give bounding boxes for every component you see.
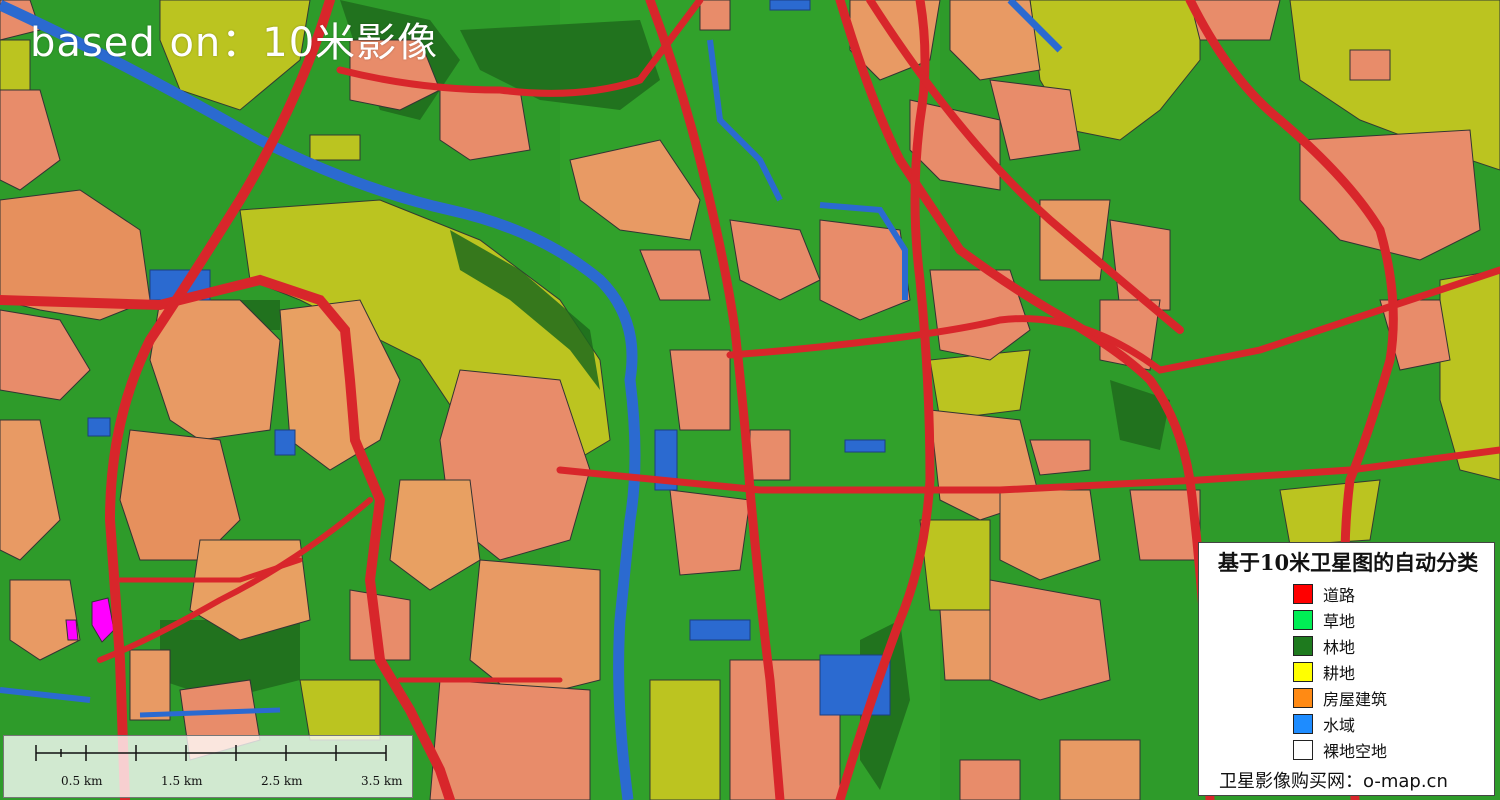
legend-swatch (1293, 714, 1313, 734)
legend-swatch (1293, 584, 1313, 604)
scale-label: 3.5 km (361, 774, 403, 788)
legend-label: 草地 (1323, 612, 1356, 631)
building-block (1059, 739, 1141, 800)
building-block (429, 679, 591, 800)
water-body (689, 619, 751, 641)
cropland-patch (0, 39, 31, 91)
building-block (149, 299, 281, 441)
legend-item-grassland: 草地 (1293, 607, 1387, 633)
legend-footer: 卫星影像购买网：o-map.cn (1219, 771, 1448, 792)
legend-item-cropland: 耕地 (1293, 659, 1387, 685)
legend-swatch (1293, 688, 1313, 708)
legend-item-building: 房屋建筑 (1293, 685, 1387, 711)
legend-item-bare-land: 裸地空地 (1293, 737, 1387, 763)
cropland-patch (299, 679, 381, 741)
scale-label: 2.5 km (261, 774, 303, 788)
building-block (1349, 49, 1391, 81)
bare-land-patch (65, 619, 79, 641)
legend-swatch (1293, 662, 1313, 682)
legend-item-road: 道路 (1293, 581, 1387, 607)
overlay-title: based on：10米影像 (30, 20, 439, 66)
legend-label: 林地 (1323, 638, 1356, 657)
legend-swatch (1293, 610, 1313, 630)
legend-label: 水域 (1323, 716, 1356, 735)
building-block (699, 0, 731, 31)
cropland-patch (929, 349, 1031, 421)
building-block (669, 349, 731, 431)
legend-swatch (1293, 636, 1313, 656)
legend-list: 道路 草地 林地 耕地 房屋建筑 水域 裸地空地 (1293, 581, 1387, 763)
legend-swatch (1293, 740, 1313, 760)
cropland-patch (309, 134, 361, 161)
water-body (769, 0, 811, 11)
building-block (939, 609, 991, 681)
water-body (87, 417, 111, 437)
scale-label: 1.5 km (161, 774, 203, 788)
scale-bar-graphic (35, 745, 387, 761)
legend-label: 房屋建筑 (1323, 690, 1388, 709)
legend-label: 耕地 (1323, 664, 1356, 683)
building-block (669, 489, 751, 576)
scale-bar: 0.5 km 1.5 km 2.5 km 3.5 km (3, 735, 413, 798)
legend-title: 基于10米卫星图的自动分类 (1217, 550, 1479, 575)
legend-label: 道路 (1323, 586, 1356, 605)
water-body (274, 429, 296, 456)
building-block (1029, 439, 1091, 476)
cropland-patch (919, 519, 991, 611)
water-body (844, 439, 886, 453)
scale-label: 0.5 km (61, 774, 103, 788)
building-block (439, 89, 531, 161)
building-block (749, 429, 791, 481)
building-block (959, 759, 1021, 800)
cropland-patch (1279, 479, 1381, 546)
legend-item-water: 水域 (1293, 711, 1387, 737)
cropland-patch (649, 679, 721, 800)
legend-panel: 基于10米卫星图的自动分类 道路 草地 林地 耕地 房屋建筑 水域 裸地空地 卫… (1198, 542, 1495, 796)
legend-label: 裸地空地 (1323, 742, 1388, 761)
building-block (129, 649, 171, 721)
legend-item-forest: 林地 (1293, 633, 1387, 659)
